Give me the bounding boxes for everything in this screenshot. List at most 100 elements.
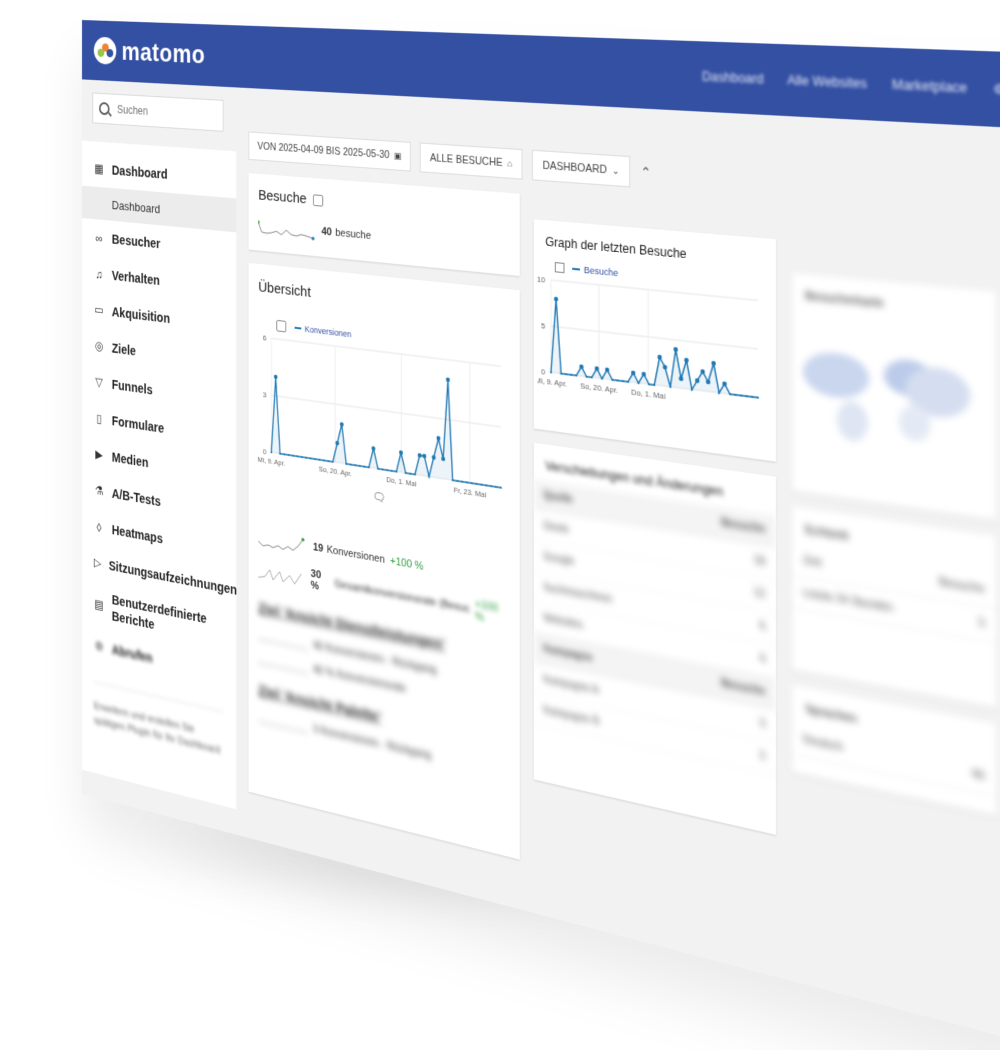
widget-referrers: Verschiebungen und Änderungen Quelle Besu… (533, 442, 776, 835)
data-point (451, 478, 454, 482)
topnav-item[interactable]: Dashboard (702, 69, 764, 87)
data-point (739, 394, 743, 397)
data-point (386, 468, 389, 472)
search-box[interactable] (92, 92, 224, 132)
data-point (345, 462, 348, 466)
funnel-icon: ▽ (95, 374, 103, 390)
data-point (314, 457, 316, 461)
brand-name: matomo (121, 37, 206, 69)
data-point (485, 484, 488, 487)
data-point (371, 446, 376, 451)
logo[interactable]: matomo (93, 36, 206, 69)
widget-visits: Besuche 40 besuche (248, 173, 520, 277)
segment-selector[interactable]: ALLE BESUCHE ⌂ (420, 142, 523, 180)
grid-icon: ▦ (94, 161, 104, 176)
data-point (565, 372, 568, 376)
data-point (363, 465, 366, 468)
doc-icon: ▭ (94, 302, 104, 317)
rate-sparkline (258, 560, 305, 588)
data-point (296, 455, 299, 458)
x-tick-label: Fr, 23. Mai (454, 486, 487, 499)
widget-title: Besuche (258, 187, 307, 208)
widget-overview: Übersicht Konversionen 0 3 6 Mi, 9. Apr. So,… (248, 262, 520, 860)
chevron-down-icon: ⌄ (611, 164, 620, 176)
topnav-item[interactable]: Marketplace (892, 77, 968, 96)
data-point (445, 377, 450, 383)
data-point (283, 453, 286, 456)
data-point (305, 456, 308, 459)
data-point (292, 454, 295, 457)
data-point (475, 482, 478, 486)
x-tick-label: Mi, 9. Apr. (258, 456, 286, 468)
data-point (399, 450, 403, 456)
settings-icon[interactable]: ⚙ (993, 81, 1000, 98)
media-icon: ▶ (95, 446, 103, 462)
y-tick-label: 3 (263, 391, 267, 399)
y-tick-label: 5 (541, 322, 545, 331)
drop-icon: ◊ (96, 519, 102, 535)
play-icon: ▷ (93, 555, 102, 571)
y-tick-label: 0 (541, 368, 545, 377)
matomo-logo-icon (93, 36, 117, 65)
clipboard-icon: ▯ (96, 410, 102, 426)
x-tick-label: Do, 1. Mai (386, 476, 416, 489)
data-point (358, 464, 361, 468)
data-point (673, 346, 678, 353)
collapse-icon[interactable]: ⌃ (640, 164, 651, 182)
data-point (570, 373, 573, 377)
data-point (279, 452, 281, 455)
x-tick-label: Mi, 9. Apr. (538, 377, 568, 389)
visits-unit: besuche (335, 227, 372, 242)
target-icon: ◎ (94, 338, 104, 354)
data-point (616, 379, 619, 382)
dashboard-selector[interactable]: DASHBOARD ⌄ (532, 149, 631, 188)
visits-sparkline (258, 220, 316, 241)
data-point (728, 392, 732, 396)
date-range-selector[interactable]: VON 2025-04-09 BIS 2025-05-30 ▣ (248, 131, 412, 172)
conversions-sparkline (258, 528, 308, 556)
chart-type-icon[interactable] (554, 262, 565, 274)
x-tick-label: Do, 1. Mai (631, 389, 665, 402)
data-point (436, 435, 441, 441)
search-icon (99, 101, 110, 116)
top-nav: Dashboard Alle Websites Marketplace ⚙ 🔔 (702, 69, 1000, 100)
data-point (480, 483, 483, 486)
data-point (417, 452, 422, 458)
data-point (470, 481, 473, 485)
data-point (300, 455, 303, 459)
data-point (390, 469, 393, 473)
reports-icon: ▤ (94, 596, 104, 613)
data-point (456, 479, 459, 483)
data-point (711, 360, 716, 366)
topnav-item[interactable]: Alle Websites (787, 73, 867, 92)
data-point (461, 480, 464, 483)
segment-icon: ⌂ (507, 158, 513, 169)
bell-icon: ♫ (95, 266, 103, 282)
widget-map: Besucherkarte (792, 273, 997, 521)
dashboard-column-3: Besucherkarte Echtzeit Zeit Besuche Letzt… (792, 273, 997, 831)
data-point (381, 468, 384, 471)
data-point (611, 378, 614, 382)
search-input[interactable] (115, 102, 220, 124)
y-tick-label: 10 (538, 276, 546, 285)
goal2-sparkline (258, 709, 308, 734)
data-point (327, 459, 330, 463)
data-point (490, 484, 493, 488)
sidebar-note: Erweitern und erstellen Sie spätigen Plu… (93, 681, 224, 760)
dashboard-column-1: Besuche 40 besuche Übersicht Konversione… (248, 173, 520, 874)
world-map[interactable] (792, 310, 984, 466)
gear-icon: ⚙ (94, 638, 104, 654)
data-point (751, 395, 754, 399)
chart-type-icon[interactable] (276, 319, 287, 333)
data-point (349, 463, 352, 466)
x-tick-label: So, 20. Apr. (319, 466, 352, 479)
data-point (322, 459, 325, 462)
data-point (734, 393, 737, 397)
chart-icon[interactable] (313, 193, 324, 207)
data-point (499, 486, 502, 489)
data-point (684, 357, 689, 363)
dashboard-column-2: Graph der letzten Besuche Besuche 0 5 10 Mi… (533, 219, 776, 850)
x-tick-label: So, 20. Apr. (580, 382, 618, 395)
data-point (745, 394, 748, 398)
data-point (585, 375, 588, 378)
